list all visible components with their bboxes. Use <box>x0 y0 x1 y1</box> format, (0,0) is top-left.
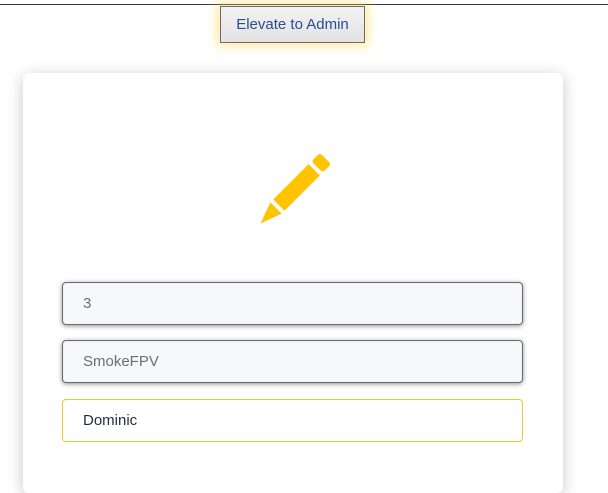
edit-user-card <box>23 73 563 493</box>
username-field[interactable] <box>62 340 523 383</box>
elevate-to-admin-button[interactable]: Elevate to Admin <box>220 6 365 43</box>
pencil-icon <box>260 154 330 224</box>
id-field[interactable] <box>62 282 523 325</box>
top-divider <box>0 4 608 5</box>
first-name-field[interactable] <box>62 399 523 442</box>
